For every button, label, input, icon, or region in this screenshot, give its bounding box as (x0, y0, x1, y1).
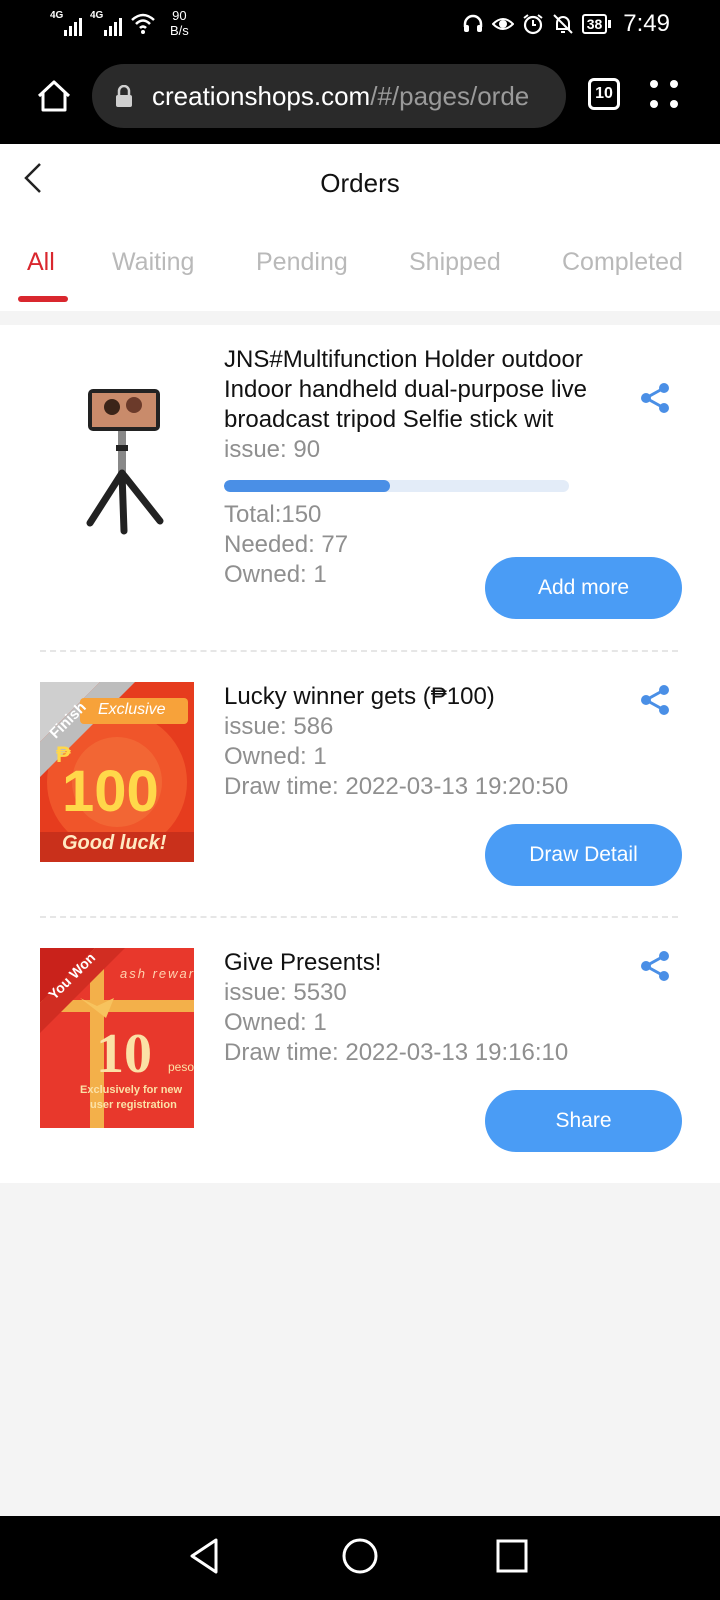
progress-bar (224, 480, 569, 492)
prize-amount: 10 (96, 1023, 152, 1085)
nav-back-icon[interactable] (186, 1536, 222, 1576)
signal-icon-2: 4G (90, 8, 122, 36)
order-needed: Needed: 77 (224, 531, 349, 558)
nav-recents-icon[interactable] (494, 1536, 530, 1576)
browser-toolbar: creationshops.com/#/pages/orde 10 (0, 50, 720, 144)
prize-thumbnail[interactable]: Finish Exclusive ₱ 100 Good luck! (40, 682, 194, 862)
browser-menu-icon[interactable] (650, 80, 680, 110)
clock: 7:49 (623, 10, 670, 37)
banner-label: ash reward (120, 966, 194, 981)
tab-completed[interactable]: Completed (562, 248, 683, 277)
battery-icon: 38 (581, 14, 612, 34)
prize-thumbnail[interactable]: You Won ash reward 10 peso Exclusively f… (40, 948, 194, 1128)
tab-switcher-button[interactable]: 10 (588, 78, 620, 110)
promo-line-2: user registration (90, 1099, 177, 1111)
tab-pending[interactable]: Pending (256, 248, 348, 277)
slogan: Good luck! (62, 832, 167, 854)
url-text: creationshops.com/#/pages/orde (152, 80, 530, 111)
status-left: 4G 4G 90 B/s (50, 8, 189, 38)
progress-fill (224, 480, 390, 492)
share-icon[interactable] (640, 950, 670, 982)
divider (40, 916, 678, 918)
active-tab-indicator (18, 296, 68, 302)
signal-icon: 4G (50, 8, 82, 36)
order-owned: Owned: 1 (224, 743, 327, 770)
status-bar: 4G 4G 90 B/s 38 7:49 (0, 0, 720, 50)
order-status-tabs: All Waiting Pending Shipped Completed (0, 226, 720, 311)
draw-time: Draw time: 2022-03-13 19:16:10 (224, 1039, 569, 1066)
order-issue: issue: 586 (224, 713, 334, 740)
lock-icon (116, 85, 132, 107)
status-right: 38 7:49 (462, 10, 670, 38)
divider (40, 650, 678, 652)
order-title: JNS#Multifunction Holder outdoor Indoor … (224, 346, 587, 433)
prize-amount: 100 (62, 759, 159, 824)
order-total: Total:150 (224, 501, 322, 528)
home-icon[interactable] (34, 76, 74, 116)
wifi-icon (131, 13, 155, 34)
draw-detail-button[interactable]: Draw Detail (485, 824, 682, 886)
tab-shipped[interactable]: Shipped (409, 248, 501, 277)
headphones-icon (463, 14, 482, 32)
alarm-icon (523, 14, 543, 35)
address-bar[interactable]: creationshops.com/#/pages/orde (92, 64, 566, 128)
order-issue: issue: 5530 (224, 979, 347, 1006)
prize-unit: peso (168, 1060, 194, 1074)
promo-line-1: Exclusively for new (80, 1084, 183, 1096)
order-title: Lucky winner gets (₱100) (224, 683, 495, 710)
nav-home-icon[interactable] (340, 1536, 380, 1576)
product-thumbnail[interactable] (60, 345, 190, 535)
order-owned: Owned: 1 (224, 1009, 327, 1036)
order-issue: issue: 90 (224, 436, 321, 463)
banner-label: Exclusive (98, 701, 166, 718)
add-more-button[interactable]: Add more (485, 557, 682, 619)
page-title: Orders (320, 168, 400, 198)
system-nav-bar (0, 1516, 720, 1600)
tab-waiting[interactable]: Waiting (112, 248, 194, 277)
order-title: Give Presents! (224, 949, 382, 976)
share-icon[interactable] (640, 684, 670, 716)
order-owned: Owned: 1 (224, 561, 327, 588)
mute-bell-icon (552, 14, 573, 34)
network-speed: 90 B/s (170, 8, 189, 38)
page-header: Orders (0, 144, 720, 226)
tab-all[interactable]: All (27, 248, 55, 277)
share-button[interactable]: Share (485, 1090, 682, 1152)
share-icon[interactable] (640, 382, 670, 414)
eye-icon (491, 18, 514, 30)
order-list: JNS#Multifunction Holder outdoor Indoor … (0, 325, 720, 1183)
draw-time: Draw time: 2022-03-13 19:20:50 (224, 773, 569, 800)
